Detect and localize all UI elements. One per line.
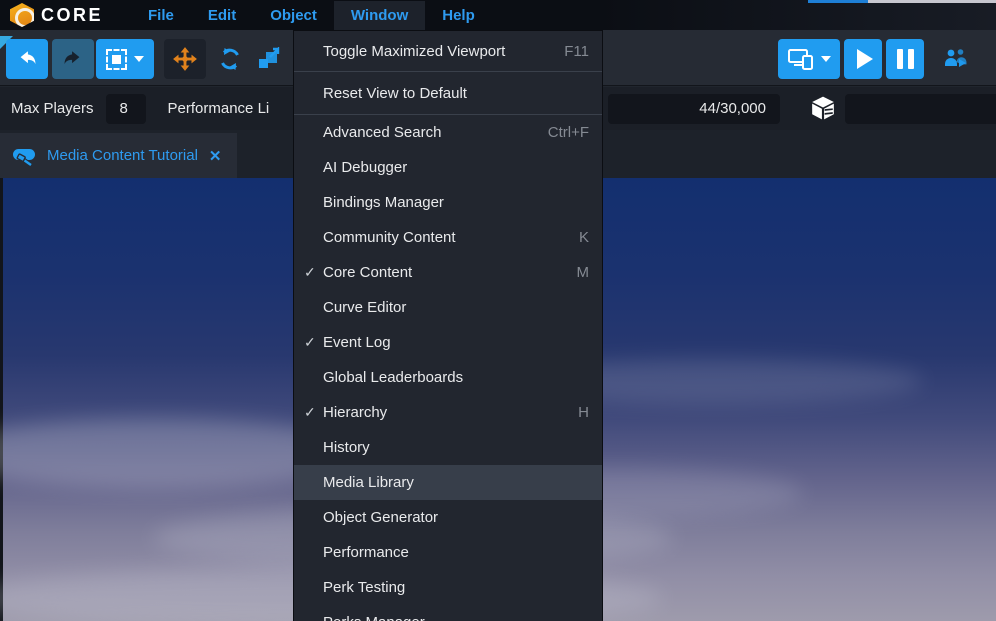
chevron-down-icon [821,56,831,62]
tab-media-content-tutorial[interactable]: Media Content Tutorial ✕ [0,133,237,178]
play-icon [857,49,873,69]
multiplayer-preview-button[interactable] [936,39,976,79]
scale-tool-button[interactable] [250,39,286,79]
play-button[interactable] [844,39,882,79]
menubar-item-edit[interactable]: Edit [191,1,253,30]
shortcut-label: K [579,229,589,246]
undo-button[interactable] [6,39,48,79]
device-preview-icon [788,48,814,70]
menu-item-ai-debugger[interactable]: AI Debugger [294,150,602,185]
shortcut-label: Ctrl+F [548,124,589,141]
check-icon: ✓ [304,404,323,421]
menu-item-object-generator[interactable]: Object Generator [294,500,602,535]
menu-item-performance[interactable]: Performance [294,535,602,570]
rotate-tool-button[interactable] [212,39,248,79]
menubar: CORE File Edit Object Window Help [0,0,996,30]
menu-item-event-log[interactable]: ✓ Event Log [294,325,602,360]
asset-cube-icon [810,95,836,126]
menubar-item-file[interactable]: File [131,1,191,30]
redo-button[interactable] [52,39,94,79]
menu-item-reset-view-to-default[interactable]: Reset View to Default [294,72,602,114]
menu-item-perks-manager[interactable]: Perks Manager [294,605,602,621]
check-icon: ✓ [304,264,323,281]
max-players-label: Max Players [11,100,94,117]
check-icon: ✓ [304,334,323,351]
shortcut-label: M [577,264,590,281]
menubar-item-help[interactable]: Help [425,1,492,30]
menu-item-global-leaderboards[interactable]: Global Leaderboards [294,360,602,395]
tab-close-icon[interactable]: ✕ [209,147,222,165]
shortcut-label: H [578,404,589,421]
move-tool-icon [172,46,198,72]
menu-item-community-content[interactable]: Community Content K [294,220,602,255]
entity-counter: 44/30,000 [608,94,780,124]
shortcut-label: F11 [564,43,589,60]
core-editor-window: CORE File Edit Object Window Help [0,0,996,621]
chevron-down-icon [134,56,144,62]
multiplayer-preview-icon [943,47,969,71]
menu-item-toggle-maximized-viewport[interactable]: Toggle Maximized Viewport F11 [294,31,602,71]
menu-item-perk-testing[interactable]: Perk Testing [294,570,602,605]
menu-item-advanced-search[interactable]: Advanced Search Ctrl+F [294,115,602,150]
rotate-tool-icon [218,47,242,71]
menu-item-hierarchy[interactable]: ✓ Hierarchy H [294,395,602,430]
undo-icon [16,48,38,70]
menu-item-curve-editor[interactable]: Curve Editor [294,290,602,325]
menu-item-history[interactable]: History [294,430,602,465]
menu-item-core-content[interactable]: ✓ Core Content M [294,255,602,290]
redo-icon [62,48,84,70]
menubar-item-window[interactable]: Window [334,1,425,30]
top-progress-gray-segment [868,0,996,3]
top-progress-blue-segment [808,0,868,3]
gamepad-hammer-icon [12,145,38,167]
device-preview-button[interactable] [778,39,840,79]
tab-title: Media Content Tutorial [47,147,198,164]
core-logo: CORE [0,3,131,27]
window-menu-dropdown: Toggle Maximized Viewport F11 Reset View… [293,30,603,621]
core-logo-icon [10,3,34,27]
selection-mode-button[interactable] [96,39,154,79]
secondary-counter-box [845,94,996,124]
pause-icon [897,49,914,69]
scale-tool-icon [256,47,280,71]
menubar-item-object[interactable]: Object [253,1,334,30]
pause-button[interactable] [886,39,924,79]
performance-limits-label: Performance Li [168,100,270,117]
core-logo-text: CORE [41,5,103,26]
menu-item-media-library[interactable]: Media Library [294,465,602,500]
menu-item-bindings-manager[interactable]: Bindings Manager [294,185,602,220]
max-players-input[interactable]: 8 [106,94,146,124]
move-tool-button[interactable] [164,39,206,79]
selection-tool-icon [106,49,127,70]
